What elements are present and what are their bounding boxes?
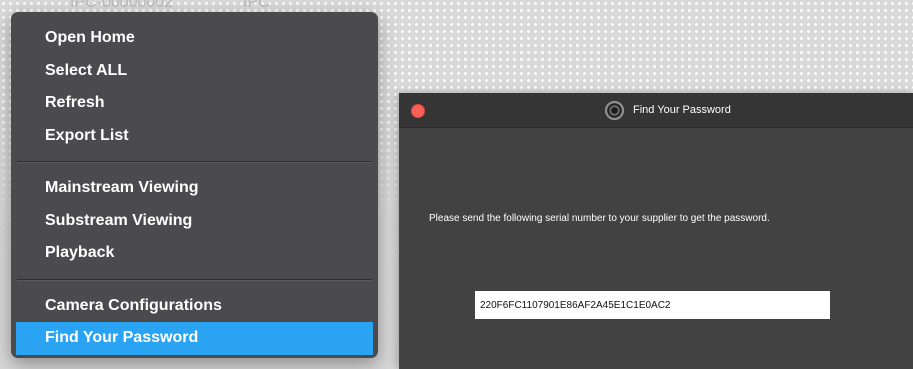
find-password-dialog: Find Your Password Please send the follo…: [399, 93, 913, 369]
menu-item-refresh[interactable]: Refresh: [16, 87, 373, 120]
menu-item-substream-viewing[interactable]: Substream Viewing: [16, 205, 373, 238]
context-menu: Open Home Select ALL Refresh Export List…: [11, 12, 378, 358]
dialog-title-group: Find Your Password: [605, 100, 731, 120]
menu-item-export-list[interactable]: Export List: [16, 120, 373, 153]
menu-separator: [17, 161, 372, 163]
menu-item-mainstream-viewing[interactable]: Mainstream Viewing: [16, 172, 373, 205]
camera-app-icon: [605, 100, 624, 120]
menu-item-find-your-password[interactable]: Find Your Password: [16, 322, 373, 355]
menu-item-camera-configurations[interactable]: Camera Configurations: [16, 290, 373, 323]
menu-separator: [17, 278, 372, 281]
device-label: IPC: [243, 0, 270, 11]
instruction-message: Please send the following serial number …: [429, 213, 770, 224]
menu-item-open-home[interactable]: Open Home: [16, 22, 373, 55]
menu-item-select-all[interactable]: Select ALL: [16, 55, 373, 88]
device-label: IPC-00000002: [70, 0, 174, 11]
close-icon[interactable]: [411, 104, 425, 118]
serial-number-field[interactable]: [475, 291, 830, 319]
dialog-title: Find Your Password: [633, 104, 731, 116]
menu-item-playback[interactable]: Playback: [16, 237, 373, 270]
dialog-titlebar[interactable]: Find Your Password: [399, 93, 913, 128]
